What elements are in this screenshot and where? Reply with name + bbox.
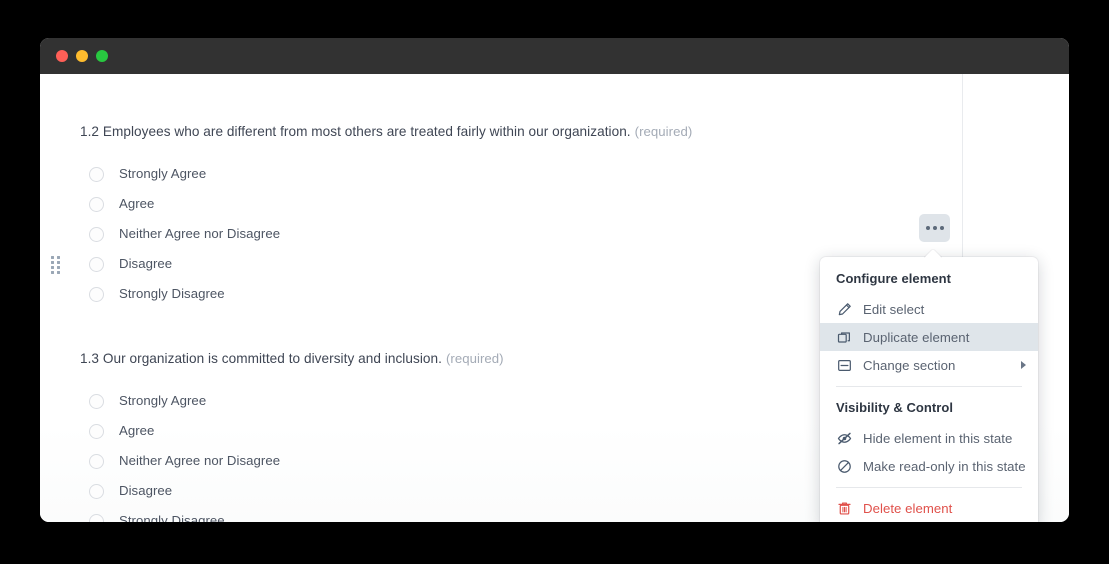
radio-icon[interactable] xyxy=(89,226,104,242)
radio-icon[interactable] xyxy=(89,256,104,272)
option-label: Neither Agree nor Disagree xyxy=(119,453,281,468)
menu-item-make-read-only[interactable]: Make read-only in this state xyxy=(820,452,1038,480)
option-row[interactable]: Strongly Agree xyxy=(80,386,504,416)
app-window: 1.2 Employees who are different from mos… xyxy=(40,38,1069,522)
question-block: 1.2 Employees who are different from mos… xyxy=(80,122,692,309)
option-row[interactable]: Strongly Disagree xyxy=(80,506,504,522)
option-label: Strongly Disagree xyxy=(119,513,225,522)
menu-item-label: Make read-only in this state xyxy=(863,458,1026,474)
menu-divider xyxy=(836,487,1022,488)
option-row[interactable]: Strongly Agree xyxy=(80,159,692,189)
menu-item-change-section[interactable]: Change section xyxy=(820,351,1038,379)
menu-item-duplicate-element[interactable]: Duplicate element xyxy=(820,323,1038,351)
radio-icon[interactable] xyxy=(89,423,104,439)
question-title: 1.3 Our organization is committed to div… xyxy=(80,349,504,369)
window-titlebar xyxy=(40,38,1069,74)
question-block: 1.3 Our organization is committed to div… xyxy=(80,349,504,522)
ellipsis-icon xyxy=(925,226,930,230)
radio-icon[interactable] xyxy=(89,286,104,302)
required-label: (required) xyxy=(634,124,693,139)
trash-icon xyxy=(836,500,852,516)
option-row[interactable]: Agree xyxy=(80,416,504,446)
section-icon xyxy=(836,357,852,373)
drag-handle[interactable] xyxy=(51,256,61,274)
menu-section-heading: Visibility & Control xyxy=(836,400,954,415)
radio-icon[interactable] xyxy=(89,513,104,522)
required-label: (required) xyxy=(445,351,504,366)
menu-caret xyxy=(924,249,942,258)
option-row[interactable]: Neither Agree nor Disagree xyxy=(80,219,692,249)
option-row[interactable]: Disagree xyxy=(80,476,504,506)
radio-icon[interactable] xyxy=(89,166,104,182)
option-label: Agree xyxy=(119,196,155,211)
chevron-right-icon xyxy=(1021,361,1026,369)
form-canvas: 1.2 Employees who are different from mos… xyxy=(40,74,1069,522)
option-label: Disagree xyxy=(119,483,173,498)
element-options-button[interactable] xyxy=(919,214,950,242)
menu-section-visibility: Visibility & Control Hide element in thi… xyxy=(820,393,1038,480)
option-label: Agree xyxy=(119,423,155,438)
radio-icon[interactable] xyxy=(89,453,104,469)
option-row[interactable]: Disagree xyxy=(80,249,692,279)
menu-item-delete-element[interactable]: Delete element xyxy=(820,494,1038,522)
option-label: Disagree xyxy=(119,256,173,271)
menu-section-heading: Configure element xyxy=(836,271,951,286)
duplicate-icon xyxy=(836,329,852,345)
option-row[interactable]: Neither Agree nor Disagree xyxy=(80,446,504,476)
maximize-window-button[interactable] xyxy=(96,50,108,62)
option-list: Strongly Agree Agree Neither Agree nor D… xyxy=(80,159,692,309)
menu-item-label: Edit select xyxy=(863,301,925,317)
ellipsis-icon xyxy=(932,226,937,230)
minimize-window-button[interactable] xyxy=(76,50,88,62)
option-label: Strongly Agree xyxy=(119,393,207,408)
question-title: 1.2 Employees who are different from mos… xyxy=(80,122,692,142)
traffic-light-group xyxy=(56,50,108,62)
option-label: Strongly Disagree xyxy=(119,286,225,301)
menu-item-edit-select[interactable]: Edit select xyxy=(820,295,1038,323)
radio-icon[interactable] xyxy=(89,483,104,499)
menu-item-label: Duplicate element xyxy=(863,329,970,345)
ellipsis-icon xyxy=(939,226,944,230)
radio-icon[interactable] xyxy=(89,393,104,409)
pencil-icon xyxy=(836,301,852,317)
menu-item-hide-element[interactable]: Hide element in this state xyxy=(820,424,1038,452)
close-window-button[interactable] xyxy=(56,50,68,62)
no-entry-icon xyxy=(836,458,852,474)
question-text: 1.3 Our organization is committed to div… xyxy=(80,351,442,366)
option-row[interactable]: Agree xyxy=(80,189,692,219)
radio-icon[interactable] xyxy=(89,196,104,212)
option-label: Strongly Agree xyxy=(119,166,207,181)
menu-divider xyxy=(836,386,1022,387)
option-row[interactable]: Strongly Disagree xyxy=(80,279,692,309)
option-list: Strongly Agree Agree Neither Agree nor D… xyxy=(80,386,504,522)
element-context-menu: Configure element Edit select Duplicate … xyxy=(820,257,1038,522)
eye-off-icon xyxy=(836,430,852,446)
menu-item-label: Hide element in this state xyxy=(863,430,1013,446)
question-text: 1.2 Employees who are different from mos… xyxy=(80,124,631,139)
menu-item-label: Change section xyxy=(863,357,956,373)
menu-item-label: Delete element xyxy=(863,500,953,516)
option-label: Neither Agree nor Disagree xyxy=(119,226,281,241)
